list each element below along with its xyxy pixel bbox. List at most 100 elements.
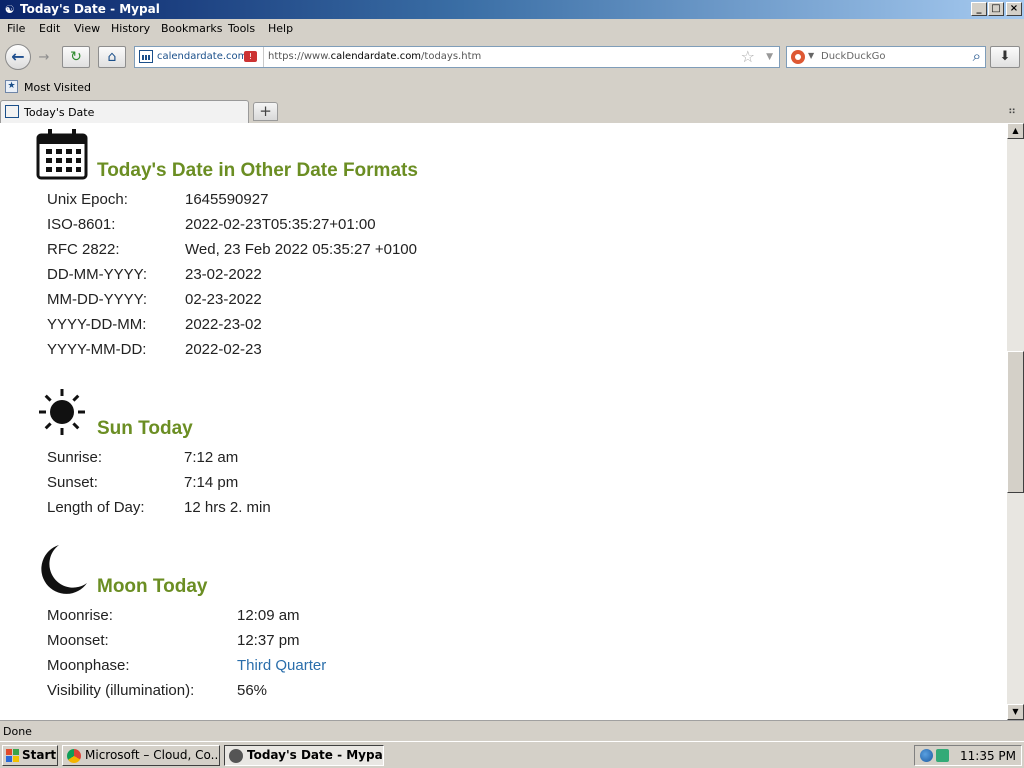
start-button[interactable]: Start xyxy=(2,745,58,766)
scroll-up-button[interactable]: ▲ xyxy=(1007,123,1024,139)
scroll-down-arrow-icon: ▼ xyxy=(1012,707,1019,716)
moonphase-link[interactable]: Third Quarter xyxy=(237,657,326,674)
scroll-down-button[interactable]: ▼ xyxy=(1007,704,1024,720)
menu-edit[interactable]: Edit xyxy=(39,22,60,35)
moon-label: Moonphase: xyxy=(47,657,130,674)
minimize-button[interactable]: _ xyxy=(971,2,987,16)
site-identity-box[interactable]: calendardate.com ! xyxy=(135,47,264,67)
address-bar[interactable]: calendardate.com ! https://www.calendard… xyxy=(134,46,780,68)
sun-value: 7:12 am xyxy=(184,449,239,466)
menu-bar: File Edit View History Bookmarks Tools H… xyxy=(0,19,1024,39)
status-bar: Done xyxy=(0,720,1024,741)
sun-label: Length of Day: xyxy=(47,499,145,516)
format-value: 2022-02-23 xyxy=(185,341,262,358)
format-value: 02-23-2022 xyxy=(185,291,262,308)
date-formats-heading: Today's Date in Other Date Formats xyxy=(97,160,418,181)
taskbar-item-label: Today's Date - Mypal xyxy=(247,748,384,762)
status-text: Done xyxy=(3,725,32,738)
menu-tools[interactable]: Tools xyxy=(228,22,255,35)
tab-todays-date[interactable]: Today's Date xyxy=(0,100,249,123)
download-arrow-icon: ⬇ xyxy=(999,49,1011,64)
insecure-lock-icon[interactable]: ! xyxy=(244,51,257,62)
menu-help[interactable]: Help xyxy=(268,22,293,35)
moon-label: Moonrise: xyxy=(47,607,113,624)
taskbar-item-label: Microsoft – Cloud, Co... xyxy=(85,748,220,762)
most-visited-icon: ★ xyxy=(5,80,18,93)
page-content: Today's Date in Other Date Formats Unix … xyxy=(0,123,1007,720)
format-label: YYYY-DD-MM: xyxy=(47,316,147,333)
site-favicon-icon xyxy=(139,50,153,63)
forward-button[interactable]: → xyxy=(33,48,55,68)
moon-value: 12:09 am xyxy=(237,607,300,624)
taskbar: Start Microsoft – Cloud, Co... Today's D… xyxy=(0,741,1024,768)
home-icon: ⌂ xyxy=(107,49,117,65)
clock[interactable]: 11:35 PM xyxy=(960,749,1016,763)
format-label: DD-MM-YYYY: xyxy=(47,266,148,283)
menu-file[interactable]: File xyxy=(7,22,25,35)
tab-label: Today's Date xyxy=(24,106,95,119)
tab-list-icon[interactable]: ⠶ xyxy=(1008,104,1016,117)
format-label: MM-DD-YYYY: xyxy=(47,291,148,308)
search-bar[interactable]: ▼ DuckDuckGo ⌕ xyxy=(786,46,986,68)
home-button[interactable]: ⌂ xyxy=(98,46,126,68)
sun-value: 7:14 pm xyxy=(184,474,239,491)
navigation-toolbar: ← → ↻ ⌂ calendardate.com ! https://www.c… xyxy=(0,39,1024,77)
sun-value: 12 hrs 2. min xyxy=(184,499,271,516)
moon-heading: Moon Today xyxy=(97,576,208,597)
maximize-button[interactable]: □ xyxy=(988,2,1004,16)
windows-logo-icon xyxy=(6,749,19,762)
menu-bookmarks[interactable]: Bookmarks xyxy=(161,22,222,35)
search-icon[interactable]: ⌕ xyxy=(973,47,981,65)
format-value: Wed, 23 Feb 2022 05:35:27 +0100 xyxy=(185,241,417,258)
vertical-scrollbar[interactable]: ▲ ▼ xyxy=(1007,123,1024,720)
sun-label: Sunset: xyxy=(47,474,98,491)
format-value: 2022-23-02 xyxy=(185,316,262,333)
forward-arrow-icon: → xyxy=(38,50,50,65)
system-tray: 11:35 PM xyxy=(914,745,1022,766)
menu-history[interactable]: History xyxy=(111,22,150,35)
bookmark-star-icon[interactable]: ☆ xyxy=(741,47,755,66)
url-text[interactable]: https://www.calendardate.com/todays.htm xyxy=(268,51,481,62)
url-prefix: https://www. xyxy=(268,51,331,62)
moon-label: Moonset: xyxy=(47,632,109,649)
taskbar-item-mypal[interactable]: Today's Date - Mypal xyxy=(224,745,384,766)
sun-label: Sunrise: xyxy=(47,449,103,466)
url-path: /todays.htm xyxy=(421,51,482,62)
url-dropdown-icon[interactable]: ▼ xyxy=(766,52,773,62)
search-engine-dropdown-icon[interactable]: ▼ xyxy=(808,51,814,60)
search-input[interactable]: DuckDuckGo xyxy=(821,51,886,62)
tab-favicon-icon xyxy=(5,105,19,118)
format-label: ISO-8601: xyxy=(47,216,116,233)
window-titlebar: ☯ Today's Date - Mypal _ □ × xyxy=(0,0,1024,19)
close-button[interactable]: × xyxy=(1006,2,1022,16)
chrome-icon xyxy=(67,749,81,763)
scrollbar-thumb[interactable] xyxy=(1007,351,1024,493)
start-label: Start xyxy=(22,748,57,762)
reload-button[interactable]: ↻ xyxy=(62,46,90,68)
moon-value: 56% xyxy=(237,682,268,699)
calendar-icon xyxy=(36,129,88,180)
format-value: 2022-02-23T05:35:27+01:00 xyxy=(185,216,376,233)
format-value: 1645590927 xyxy=(185,191,269,208)
sun-heading: Sun Today xyxy=(97,418,193,439)
site-identity-label: calendardate.com xyxy=(157,51,248,62)
tab-bar: Today's Date + ⠶ xyxy=(0,98,1024,123)
downloads-button[interactable]: ⬇ xyxy=(990,46,1020,68)
bookmark-most-visited[interactable]: Most Visited xyxy=(24,81,91,94)
bookmarks-toolbar: ★ Most Visited xyxy=(0,77,1024,98)
back-button[interactable]: ← xyxy=(5,44,31,70)
tray-app-icon[interactable] xyxy=(936,749,949,762)
menu-view[interactable]: View xyxy=(74,22,100,35)
moon-icon xyxy=(41,545,87,594)
format-label: Unix Epoch: xyxy=(47,191,128,208)
back-arrow-icon: ← xyxy=(11,47,25,66)
duckduckgo-icon[interactable] xyxy=(791,50,805,64)
network-globe-icon[interactable] xyxy=(920,749,933,762)
scroll-up-arrow-icon: ▲ xyxy=(1012,126,1019,135)
moon-value: 12:37 pm xyxy=(237,632,300,649)
format-label: RFC 2822: xyxy=(47,241,120,258)
new-tab-button[interactable]: + xyxy=(253,102,278,121)
taskbar-item-chrome[interactable]: Microsoft – Cloud, Co... xyxy=(62,745,220,766)
mypal-icon xyxy=(229,749,243,763)
url-host: calendardate.com xyxy=(330,51,422,62)
